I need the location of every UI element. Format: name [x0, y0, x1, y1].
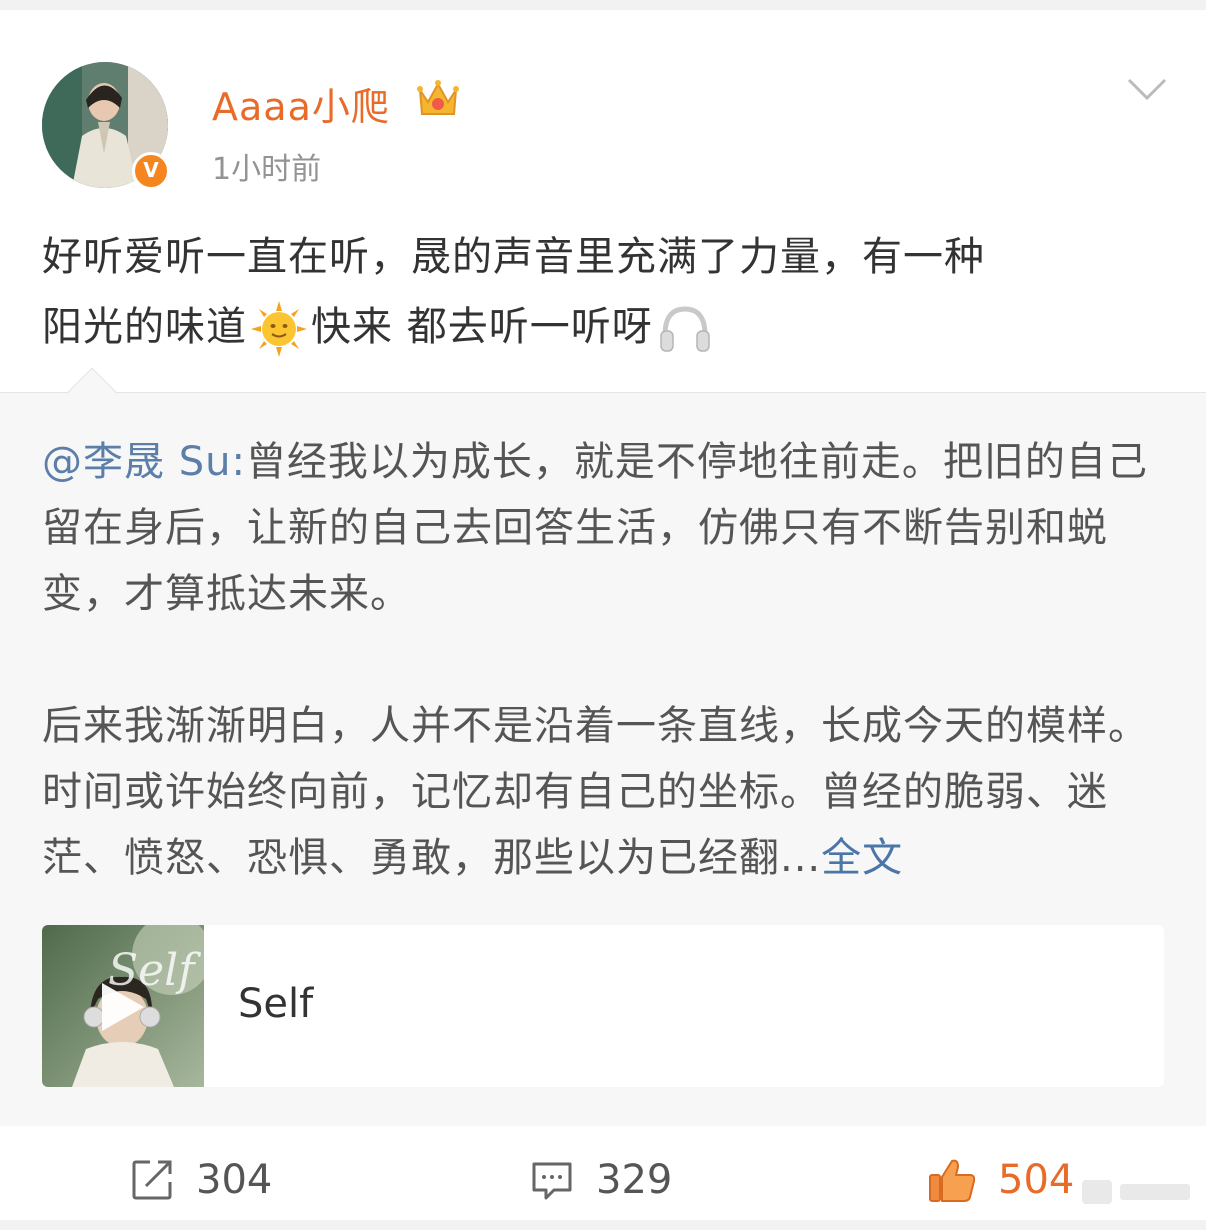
sun-face-icon: [251, 301, 307, 357]
repost-count: 304: [196, 1157, 273, 1203]
post-line-2: 阳光的味道 快来 都去听一听呀: [42, 292, 1172, 362]
post-time: 1小时前: [212, 152, 322, 187]
watermark-icon: [1082, 1180, 1190, 1204]
music-card[interactable]: Self Self: [42, 925, 1164, 1087]
action-bar: 304 329 504: [0, 1130, 1206, 1230]
comment-icon: [532, 1162, 572, 1200]
post-line-1: 好听爱听一直在听，晟的声音里充满了力量，有一种: [42, 234, 985, 280]
full-text-link[interactable]: 全文: [821, 835, 903, 881]
post-text: 好听爱听一直在听，晟的声音里充满了力量，有一种 阳光的味道 快来 都去听一听呀: [42, 222, 1172, 362]
weibo-post-card: V Aaaa小爬 1小时前 好听爱听一直在听，晟的声音里充满了力量，有一种 阳光…: [0, 10, 1206, 1220]
comment-count: 329: [596, 1157, 673, 1203]
mention-link[interactable]: @李晟 Su:: [42, 439, 246, 485]
comment-button[interactable]: 329: [530, 1150, 672, 1210]
verified-badge: V: [132, 152, 170, 190]
repost-text: @李晟 Su:曾经我以为成长，就是不停地往前走。把旧的自己留在身后，让新的自己去…: [42, 429, 1166, 891]
crown-icon: [417, 80, 459, 115]
play-icon[interactable]: [102, 983, 144, 1031]
like-button[interactable]: 504: [928, 1150, 1074, 1210]
music-title: Self: [238, 981, 314, 1027]
repost-notch: [66, 367, 118, 419]
repost-paragraph-2: 后来我渐渐明白，人并不是沿着一条直线，长成今天的模样。时间或许始终向前，记忆却有…: [42, 703, 1149, 881]
repost-button[interactable]: 304: [130, 1150, 272, 1210]
repost-block[interactable]: @李晟 Su:曾经我以为成长，就是不停地往前走。把旧的自己留在身后，让新的自己去…: [0, 367, 1206, 1126]
chevron-down-icon[interactable]: [1126, 74, 1168, 104]
headphones-icon: [659, 306, 710, 352]
repost-paragraph-1: @李晟 Su:曾经我以为成长，就是不停地往前走。把旧的自己留在身后，让新的自己去…: [42, 439, 1148, 617]
author-name[interactable]: Aaaa小爬: [212, 76, 390, 131]
thumbs-up-icon: [929, 1159, 976, 1202]
like-count: 504: [998, 1157, 1075, 1203]
share-icon: [132, 1160, 172, 1200]
